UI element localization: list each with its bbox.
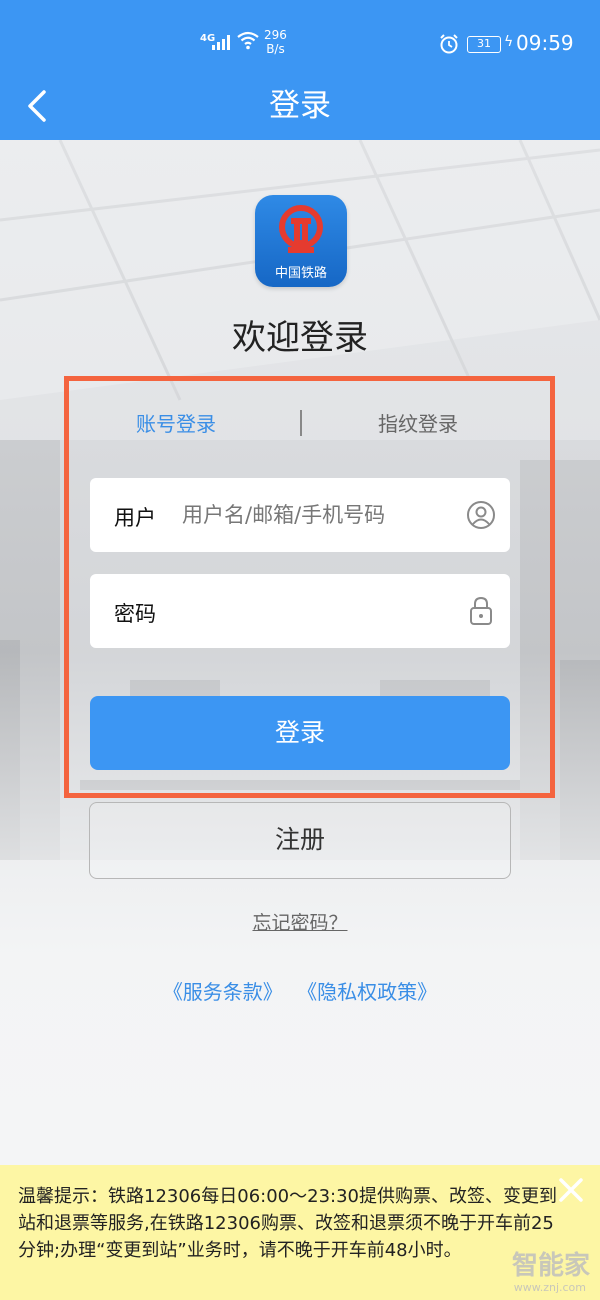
terms-link[interactable]: 《服务条款》 (163, 980, 283, 1004)
charging-icon: ϟ (504, 34, 514, 50)
signal-icon (212, 34, 234, 50)
alarm-icon (440, 34, 458, 54)
username-field[interactable]: 用户 (90, 478, 510, 552)
railway-emblem-icon (279, 205, 323, 253)
wifi-icon (237, 31, 259, 50)
close-icon[interactable] (556, 1175, 586, 1205)
notice-banner: 温馨提示：铁路12306每日06:00～23:30提供购票、改签、变更到站和退票… (0, 1165, 600, 1300)
app-logo: 中国铁路 (255, 195, 347, 287)
logo-text: 中国铁路 (274, 266, 327, 281)
speed-value: 296 (264, 28, 287, 42)
status-bar: 4G 296 B/s 31 ϟ 09:59 (0, 0, 600, 72)
network-speed: 296 B/s (264, 28, 287, 56)
password-field[interactable]: 密码 (90, 574, 510, 648)
username-label: 用户 (114, 506, 156, 530)
tab-fingerprint-login[interactable]: 指纹登录 (378, 408, 458, 437)
register-button[interactable]: 注册 (89, 802, 511, 879)
forgot-password-link[interactable]: 忘记密码？ (252, 912, 347, 934)
battery-icon: 31 (467, 36, 501, 53)
tab-account-login[interactable]: 账号登录 (136, 408, 216, 437)
login-button[interactable]: 登录 (90, 696, 510, 770)
clock: 09:59 (516, 31, 574, 55)
watermark-logo: 智能家 (511, 1251, 590, 1281)
app-header: 4G 296 B/s 31 ϟ 09:59 登录 (0, 0, 600, 140)
page-title: 登录 (269, 88, 331, 124)
password-input[interactable] (182, 590, 452, 632)
password-label: 密码 (114, 602, 156, 626)
policy-links: 《服务条款》 《隐私权政策》 (0, 976, 600, 1005)
username-input[interactable] (182, 494, 452, 536)
speed-unit: B/s (266, 42, 285, 56)
privacy-link[interactable]: 《隐私权政策》 (297, 980, 437, 1004)
watermark-url: www.znj.com (513, 1281, 586, 1294)
forgot-password: 忘记密码？ (0, 908, 600, 935)
notice-text: 温馨提示：铁路12306每日06:00～23:30提供购票、改签、变更到站和退票… (18, 1186, 558, 1261)
lock-icon (470, 596, 492, 625)
tab-divider (300, 410, 302, 436)
welcome-heading: 欢迎登录 (232, 318, 368, 358)
user-icon (467, 501, 495, 529)
